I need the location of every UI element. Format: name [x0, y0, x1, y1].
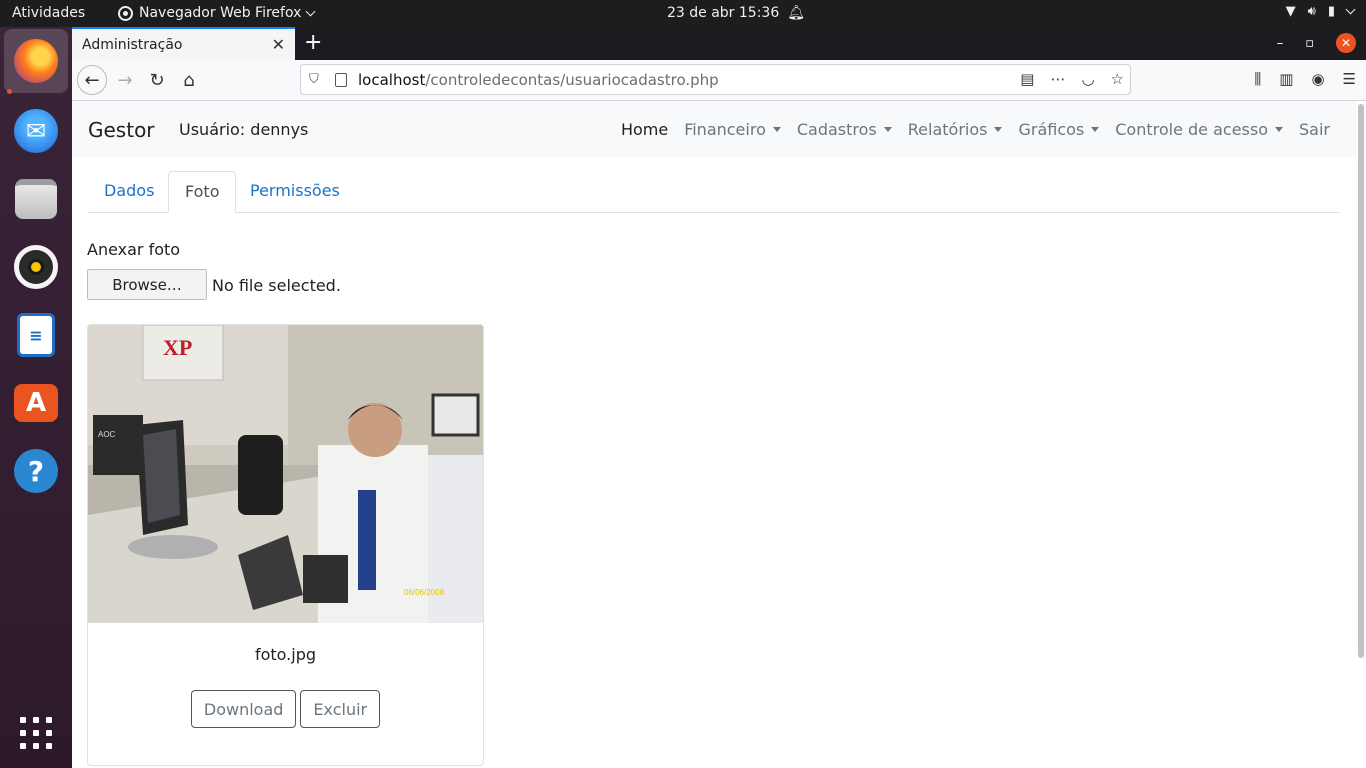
navigation-toolbar: ← → ↻ ⌂ ⛉ localhost/controledecontas/usu… [72, 60, 1366, 101]
firefox-icon [14, 39, 58, 83]
maximize-button[interactable]: ▫ [1305, 36, 1314, 51]
dock-writer[interactable]: ≡ [4, 303, 68, 367]
brand-link[interactable]: Gestor [88, 118, 155, 142]
menu-graficos[interactable]: Gráficos [1018, 120, 1099, 139]
current-user: Usuário: dennys [179, 120, 309, 139]
volume-icon: 🔊︎ [1307, 4, 1316, 19]
page-scrollbar[interactable] [1358, 104, 1364, 658]
clock[interactable]: 23 de abr 15:36 🔔︎ [667, 5, 805, 21]
tab-permissoes[interactable]: Permissões [234, 171, 356, 213]
dock-software[interactable]: A [4, 371, 68, 435]
close-window-button[interactable]: ✕ [1336, 33, 1356, 53]
system-tray[interactable]: ▼ 🔊︎ ▮ [1285, 4, 1356, 19]
svg-text:XP: XP [163, 335, 192, 360]
delete-button[interactable]: Excluir [300, 690, 381, 728]
pocket-icon[interactable]: ◡ [1081, 70, 1094, 88]
reader-view-icon[interactable]: ▤ [1020, 70, 1034, 88]
chevron-down-icon [305, 6, 316, 16]
dock-firefox[interactable] [4, 29, 68, 94]
battery-icon: ▮ [1327, 4, 1335, 19]
file-status: No file selected. [212, 276, 341, 295]
menu-financeiro[interactable]: Financeiro [684, 120, 781, 139]
download-button[interactable]: Download [190, 690, 297, 728]
running-indicator [7, 89, 12, 94]
forward-button[interactable]: → [110, 65, 140, 95]
files-icon [15, 179, 57, 219]
menu-controle-de-acesso[interactable]: Controle de acesso [1115, 120, 1283, 139]
address-bar[interactable]: ⛉ localhost/controledecontas/usuariocada… [300, 64, 1131, 95]
help-icon: ? [14, 449, 58, 493]
dock-files[interactable] [4, 167, 68, 231]
rhythmbox-icon [14, 245, 58, 289]
page-actions-icon[interactable]: ⋯ [1050, 70, 1065, 88]
tab-dados[interactable]: Dados [88, 171, 170, 213]
tab-strip: Administração ✕ + – ▫ ✕ [72, 27, 1366, 60]
url-text: localhost/controledecontas/usuariocadast… [358, 71, 719, 89]
user-photo: XP AOC 06/06/2008 [88, 325, 483, 623]
photo-date-stamp: 06/06/2008 [404, 588, 445, 597]
activities-button[interactable]: Atividades [12, 5, 85, 21]
window-controls: – ▫ ✕ [1277, 33, 1356, 53]
sidebar-icon[interactable]: ▥ [1279, 70, 1293, 88]
dock-help[interactable]: ? [4, 439, 68, 503]
menu-cadastros[interactable]: Cadastros [797, 120, 892, 139]
firefox-icon [118, 5, 133, 21]
tab-title: Administração [82, 37, 183, 53]
wifi-icon: ▼ [1285, 4, 1296, 19]
dock-rhythmbox[interactable] [4, 235, 68, 299]
library-icon[interactable]: ⫼ [1254, 70, 1261, 88]
app-menu[interactable]: Navegador Web Firefox [118, 5, 316, 21]
home-button[interactable]: ⌂ [174, 65, 204, 95]
bell-icon: 🔔︎ [787, 5, 806, 21]
tab-foto[interactable]: Foto [168, 171, 237, 213]
photo-filename: foto.jpg [254, 645, 317, 664]
page-content: Gestor Usuário: dennys Home Financeiro C… [72, 101, 1356, 768]
page-info-icon[interactable] [335, 73, 347, 87]
thunderbird-icon: ✉ [14, 109, 58, 153]
minimize-button[interactable]: – [1277, 36, 1284, 51]
clock-label: 23 de abr 15:36 [667, 5, 780, 21]
photo-card: XP AOC 06/06/2008 foto.jpg Download Excl… [87, 324, 484, 766]
attach-photo-label: Anexar foto [87, 240, 181, 259]
hamburger-menu-icon[interactable]: ☰ [1343, 70, 1356, 88]
site-navbar: Gestor Usuário: dennys Home Financeiro C… [72, 101, 1356, 157]
menu-home[interactable]: Home [621, 120, 668, 139]
bookmark-star-icon[interactable]: ☆ [1111, 70, 1124, 88]
new-tab-button[interactable]: + [304, 30, 322, 55]
close-tab-icon[interactable]: ✕ [272, 35, 285, 54]
menu-sair[interactable]: Sair [1299, 120, 1330, 139]
main-menu: Home Financeiro Cadastros Relatórios Grá… [621, 120, 1330, 139]
dock: ✉ ≡ A ? [0, 27, 72, 768]
back-button[interactable]: ← [77, 65, 107, 95]
account-icon[interactable]: ◉ [1311, 70, 1324, 88]
show-apps-icon[interactable] [20, 717, 52, 749]
reload-button[interactable]: ↻ [142, 65, 172, 95]
software-store-icon: A [14, 384, 58, 422]
browser-tab[interactable]: Administração ✕ [72, 27, 295, 60]
app-menu-label: Navegador Web Firefox [139, 5, 302, 21]
browse-button[interactable]: Browse… [87, 269, 207, 300]
user-tabs: Dados Foto Permissões [88, 171, 1339, 213]
chevron-down-icon [1345, 4, 1356, 15]
menu-relatorios[interactable]: Relatórios [908, 120, 1003, 139]
svg-text:AOC: AOC [98, 430, 116, 439]
system-top-bar: Atividades Navegador Web Firefox 23 de a… [0, 0, 1366, 27]
tracking-shield-icon[interactable]: ⛉ [309, 72, 319, 87]
dock-thunderbird[interactable]: ✉ [4, 99, 68, 163]
writer-icon: ≡ [17, 313, 55, 357]
